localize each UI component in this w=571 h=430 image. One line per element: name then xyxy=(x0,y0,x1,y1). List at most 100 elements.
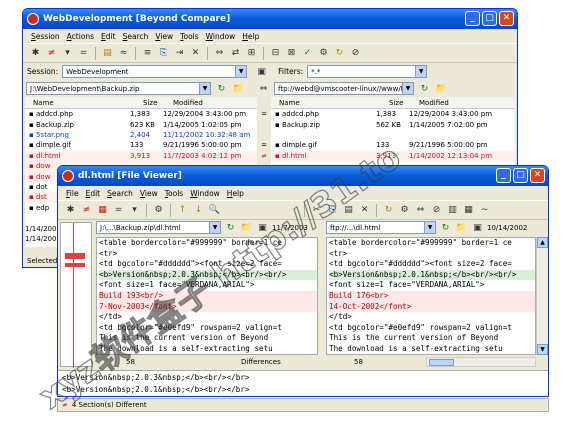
same-icon[interactable]: = xyxy=(77,47,90,60)
menu-search[interactable]: Search xyxy=(123,32,149,41)
copy-icon[interactable]: ⎘ xyxy=(157,47,170,60)
delete-icon[interactable]: ✕ xyxy=(358,204,371,217)
file-row[interactable]: ▪ Backup.zip 623 KB 1/14/2005 1:02:05 pm xyxy=(25,119,257,129)
copy-icon[interactable]: ⎘ xyxy=(326,204,339,217)
file-row[interactable]: ▪ addcd.php 1,383 12/29/2004 3:43:00 pm xyxy=(25,109,257,119)
chevron-down-icon[interactable]: ▼ xyxy=(415,66,427,77)
session-save-icon[interactable]: ▣ xyxy=(255,65,268,78)
menu-help[interactable]: Help xyxy=(242,32,259,41)
right-browse-icon[interactable]: 📁 xyxy=(435,82,448,95)
code-line[interactable]: 7-Nov-2003</font> xyxy=(99,301,317,313)
code-line[interactable]: <td bgcolor="#e0efd9" rowspan=2 valign=t xyxy=(99,323,317,334)
refresh-icon[interactable]: ↻ xyxy=(382,204,395,217)
mirror-icon[interactable]: ⇄ xyxy=(229,47,242,60)
menu-actions[interactable]: Actions xyxy=(67,32,94,41)
code-line[interactable]: <b>Version&nbsp;2.0.1&nbsp;</b><br/><br/… xyxy=(329,269,535,281)
dropdown-icon[interactable]: ▾ xyxy=(61,47,74,60)
file-row[interactable]: ▪ 5star.png 2,404 11/11/2002 10:32:48 am xyxy=(25,130,257,140)
code-line[interactable]: <font size=1 face="VERDANA,ARIAL"> xyxy=(329,280,535,291)
filters-combo[interactable]: *.* ▼ xyxy=(307,65,428,78)
menu-help[interactable]: Help xyxy=(227,189,244,198)
right-reload-icon[interactable]: ↻ xyxy=(439,221,452,234)
thumbnail-overview[interactable] xyxy=(60,222,92,368)
code-line[interactable]: Build 193<br/> xyxy=(99,290,317,302)
folder-icon[interactable]: ▤ xyxy=(101,47,114,60)
viewer-left-text-pane[interactable]: <table bordercolor="#999999" border=1 ce… xyxy=(96,237,318,355)
minimize-button[interactable]: _ xyxy=(496,168,511,183)
col-name[interactable]: Name xyxy=(279,99,300,107)
check-icon[interactable]: ✓ xyxy=(301,47,314,60)
settings-icon[interactable]: ⚙ xyxy=(398,204,411,217)
menu-window[interactable]: Window xyxy=(190,189,220,198)
refresh-icon[interactable]: ↻ xyxy=(333,47,346,60)
right-save-icon[interactable]: ▣ xyxy=(471,221,484,234)
right-open-icon[interactable]: 📁 xyxy=(455,221,468,234)
left-path-combo[interactable]: J:\WebDevelopment\Backup.zip ▼ xyxy=(26,82,211,95)
code-line[interactable]: Build 176<br> xyxy=(329,290,535,302)
wrap-icon[interactable]: ∼ xyxy=(478,204,491,217)
close-button[interactable]: ✕ xyxy=(499,11,514,26)
code-line[interactable]: The download is a self-extracting setu xyxy=(329,344,535,354)
delete-icon[interactable]: ✕ xyxy=(189,47,202,60)
left-go-icon[interactable]: ↻ xyxy=(215,82,228,95)
collapse-icon[interactable]: ⊠ xyxy=(285,47,298,60)
chevron-down-icon[interactable]: ▼ xyxy=(199,83,210,94)
sync-icon[interactable]: ⇔ xyxy=(213,47,226,60)
layout-icon[interactable]: ▥ xyxy=(446,204,459,217)
menu-search[interactable]: Search xyxy=(107,189,133,198)
paste-icon[interactable]: ▤ xyxy=(342,204,355,217)
chevron-down-icon[interactable]: ▼ xyxy=(209,222,220,233)
code-line[interactable]: <tr> xyxy=(329,249,535,260)
col-modified[interactable]: Modified xyxy=(419,99,449,107)
code-line[interactable]: <table bordercolor="#999999" border=1 ce xyxy=(329,238,535,249)
chevron-down-icon[interactable]: ▼ xyxy=(402,83,413,94)
tree-icon[interactable]: ⊞ xyxy=(245,47,258,60)
code-line[interactable]: <td bgcolor="#dddddd"><font size=2 face= xyxy=(329,259,535,270)
code-line[interactable]: <table bordercolor="#999999" border=1 ce xyxy=(99,238,317,249)
left-open-icon[interactable]: 📁 xyxy=(240,221,253,234)
close-button[interactable]: ✕ xyxy=(530,168,545,183)
code-line[interactable]: <b>Version&nbsp;2.0.3&nbsp;</b><br/><br/… xyxy=(99,269,317,281)
left-browse-icon[interactable]: 📁 xyxy=(232,82,245,95)
maximize-button[interactable]: □ xyxy=(513,168,528,183)
chevron-down-icon[interactable]: ▼ xyxy=(235,66,247,77)
expand-icon[interactable]: ⊟ xyxy=(269,47,282,60)
menu-tools[interactable]: Tools xyxy=(165,189,183,198)
menu-tools[interactable]: Tools xyxy=(180,32,198,41)
same-lines-icon[interactable]: = xyxy=(112,204,125,217)
menu-view[interactable]: View xyxy=(155,32,173,41)
compare-icon[interactable]: ≡ xyxy=(141,47,154,60)
dropdown-icon[interactable]: ▾ xyxy=(128,204,141,217)
file-row[interactable]: ▪ dl.html 3,913 1/14/2002 12:13:04 pm xyxy=(271,150,515,161)
file-row[interactable]: ▪ dl.html 3,913 11/7/2003 4:02:12 pm xyxy=(25,150,257,161)
move-icon[interactable]: ⇥ xyxy=(173,47,186,60)
code-line[interactable]: <td bgcolor="#e0efd9" rowspan=2 valign=t xyxy=(329,323,535,334)
code-line[interactable]: </td> xyxy=(329,312,535,323)
viewer-left-path-combo[interactable]: J:\...\Backup.zip\dl.html ▼ xyxy=(96,221,221,234)
session-combo[interactable]: WebDevelopment ▼ xyxy=(62,65,248,78)
prev-diff-icon[interactable]: ↑ xyxy=(176,204,189,217)
context-icon[interactable]: ▦ xyxy=(96,204,109,217)
all-lines-icon[interactable]: ✱ xyxy=(64,204,77,217)
find-icon[interactable]: 🔍 xyxy=(208,204,221,217)
scroll-down-button[interactable]: ▼ xyxy=(537,344,548,355)
menu-session[interactable]: Session xyxy=(31,32,60,41)
code-line[interactable]: <td bgcolor="#dddddd"><font size=2 face= xyxy=(99,259,317,270)
code-line[interactable]: This is the current version of Beyond xyxy=(99,333,317,344)
file-row[interactable]: ▪ Backup.zip 562 KB 1/14/2005 7:02:00 pm xyxy=(271,119,515,129)
code-line[interactable]: 14-Oct-2002</font> xyxy=(329,301,535,313)
right-go-icon[interactable]: ↻ xyxy=(418,82,431,95)
file-row[interactable]: ▪ addcd.php 1,383 12/29/2004 3:43:00 pm xyxy=(271,109,515,119)
diffs-icon[interactable]: ≠ xyxy=(45,47,58,60)
swap-icon[interactable]: ⇔ xyxy=(257,82,270,95)
right-path-combo[interactable]: ftp://webd@vmscooter-linux//www/html ▼ xyxy=(274,82,414,95)
main-title-bar[interactable]: WebDevelopment [Beyond Compare] _ □ ✕ xyxy=(23,9,517,29)
minimize-button[interactable]: _ xyxy=(465,11,480,26)
col-size[interactable]: Size xyxy=(389,99,403,107)
viewer-right-text-pane[interactable]: <table bordercolor="#999999" border=1 ce… xyxy=(326,237,536,355)
code-line[interactable]: </td> xyxy=(99,312,317,323)
menu-file[interactable]: File xyxy=(66,189,79,198)
stop-icon[interactable]: ⊘ xyxy=(349,47,362,60)
code-line[interactable]: The download is a self-extracting setu xyxy=(99,344,317,354)
chevron-down-icon[interactable]: ▼ xyxy=(424,222,435,233)
